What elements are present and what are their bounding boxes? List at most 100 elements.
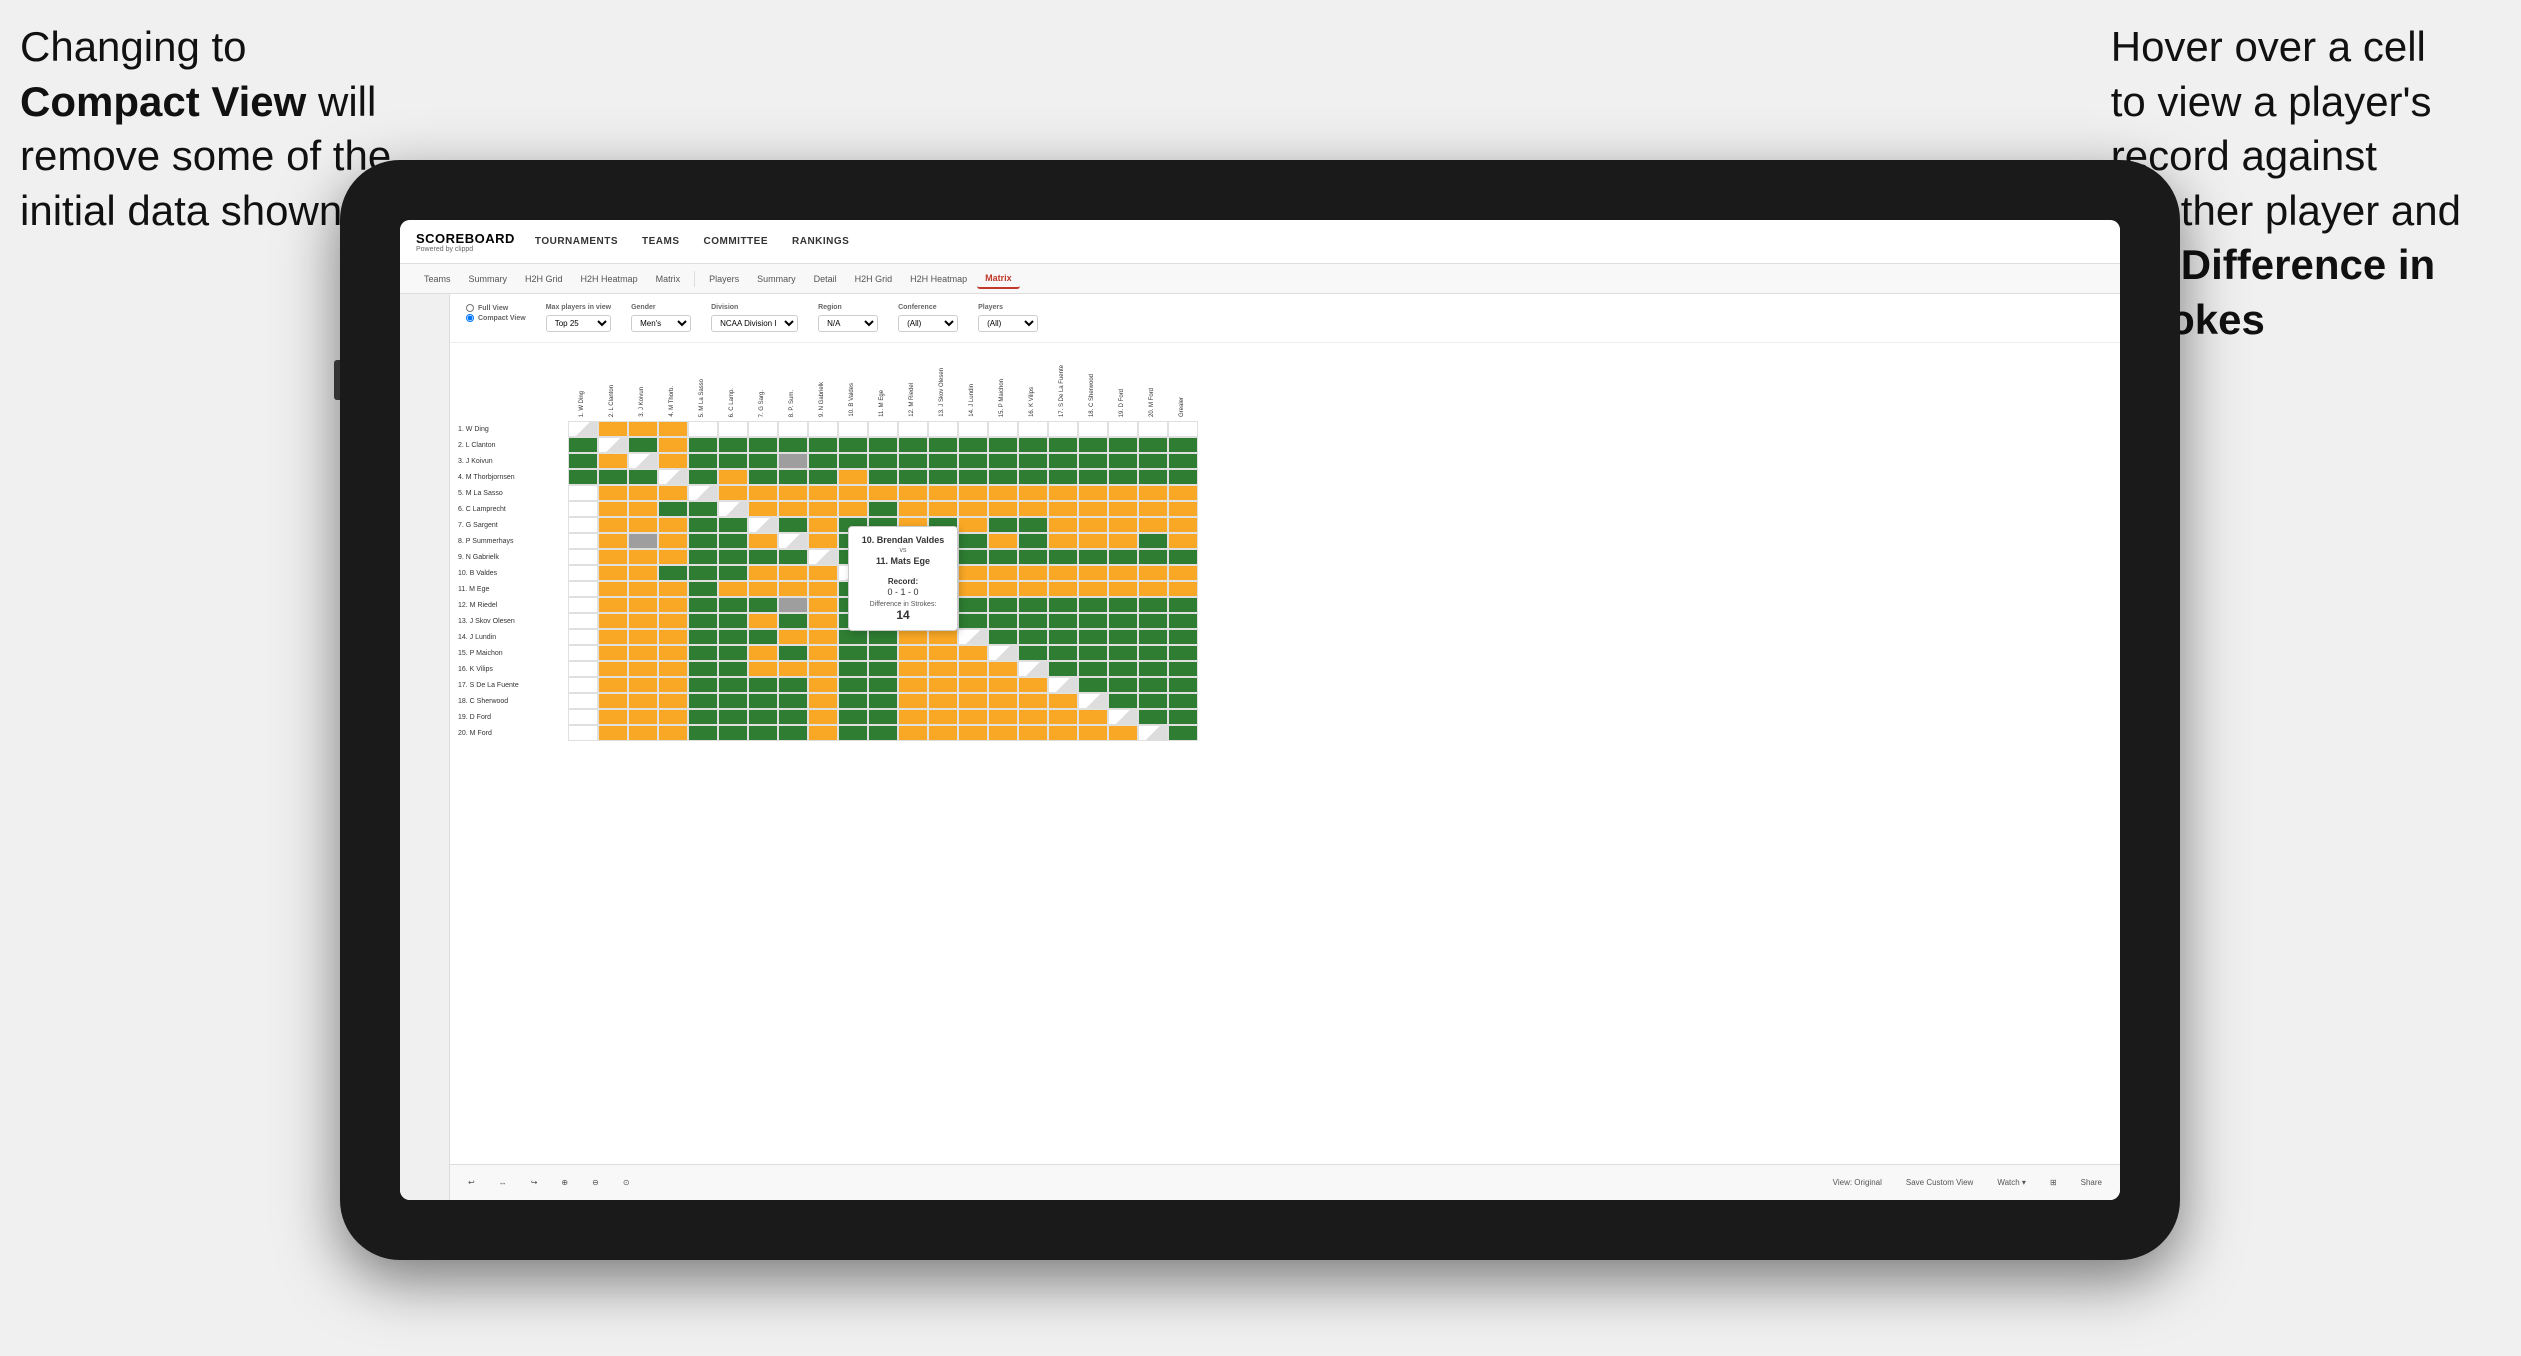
grid-cell[interactable] <box>1168 501 1198 517</box>
grid-cell[interactable] <box>1018 533 1048 549</box>
grid-cell[interactable] <box>988 453 1018 469</box>
grid-cell[interactable] <box>1018 549 1048 565</box>
nav-teams[interactable]: TEAMS <box>642 236 680 247</box>
grid-cell[interactable] <box>628 453 658 469</box>
grid-cell[interactable] <box>568 533 598 549</box>
grid-cell[interactable] <box>958 677 988 693</box>
grid-cell[interactable] <box>988 645 1018 661</box>
grid-cell[interactable] <box>1048 629 1078 645</box>
grid-cell[interactable] <box>1138 725 1168 741</box>
nav-tournaments[interactable]: TOURNAMENTS <box>535 236 618 247</box>
grid-cell[interactable] <box>718 725 748 741</box>
grid-cell[interactable] <box>718 597 748 613</box>
grid-cell[interactable] <box>688 565 718 581</box>
grid-cell[interactable] <box>718 517 748 533</box>
grid-cell[interactable] <box>1078 421 1108 437</box>
grid-cell[interactable] <box>1168 533 1198 549</box>
grid-cell[interactable] <box>778 613 808 629</box>
grid-cell[interactable] <box>898 469 928 485</box>
grid-cell[interactable] <box>628 581 658 597</box>
grid-cell[interactable] <box>1018 421 1048 437</box>
grid-cell[interactable] <box>928 485 958 501</box>
grid-cell[interactable] <box>958 613 988 629</box>
grid-cell[interactable] <box>808 485 838 501</box>
grid-cell[interactable] <box>748 597 778 613</box>
sub-nav-matrix-1[interactable]: Matrix <box>648 270 689 288</box>
sub-nav-teams[interactable]: Teams <box>416 270 459 288</box>
grid-cell[interactable] <box>808 709 838 725</box>
grid-cell[interactable] <box>748 517 778 533</box>
grid-cell[interactable] <box>1048 437 1078 453</box>
grid-cell[interactable] <box>1168 709 1198 725</box>
conference-select[interactable]: (All) (All) <box>898 315 958 332</box>
grid-cell[interactable] <box>598 581 628 597</box>
grid-cell[interactable] <box>1078 437 1108 453</box>
grid-cell[interactable] <box>1018 501 1048 517</box>
grid-cell[interactable] <box>1078 453 1108 469</box>
grid-cell[interactable] <box>598 693 628 709</box>
grid-cell[interactable] <box>1048 485 1078 501</box>
grid-cell[interactable] <box>1138 517 1168 533</box>
grid-cell[interactable] <box>688 629 718 645</box>
minus-button[interactable]: ⊖ <box>586 1176 605 1189</box>
grid-cell[interactable] <box>778 453 808 469</box>
sub-nav-summary-2[interactable]: Summary <box>749 270 804 288</box>
grid-cell[interactable] <box>1078 645 1108 661</box>
grid-cell[interactable] <box>988 677 1018 693</box>
grid-cell[interactable] <box>1018 485 1048 501</box>
grid-cell[interactable] <box>688 437 718 453</box>
grid-cell[interactable] <box>718 501 748 517</box>
grid-cell[interactable] <box>988 533 1018 549</box>
undo-button[interactable]: ↩ <box>462 1176 481 1189</box>
grid-cell[interactable] <box>718 437 748 453</box>
grid-cell[interactable] <box>928 725 958 741</box>
grid-cell[interactable] <box>568 661 598 677</box>
grid-cell[interactable] <box>838 709 868 725</box>
grid-cell[interactable] <box>1018 613 1048 629</box>
grid-cell[interactable] <box>568 597 598 613</box>
grid-cell[interactable] <box>748 693 778 709</box>
grid-cell[interactable] <box>958 597 988 613</box>
grid-cell[interactable] <box>658 645 688 661</box>
grid-cell[interactable] <box>748 501 778 517</box>
grid-cell[interactable] <box>1108 613 1138 629</box>
grid-cell[interactable] <box>898 661 928 677</box>
grid-cell[interactable] <box>1168 693 1198 709</box>
grid-cell[interactable] <box>658 661 688 677</box>
grid-cell[interactable] <box>988 549 1018 565</box>
grid-cell[interactable] <box>658 565 688 581</box>
grid-cell[interactable] <box>1108 565 1138 581</box>
grid-cell[interactable] <box>598 453 628 469</box>
grid-cell[interactable] <box>838 645 868 661</box>
grid-cell[interactable] <box>658 725 688 741</box>
grid-cell[interactable] <box>658 469 688 485</box>
grid-cell[interactable] <box>598 645 628 661</box>
grid-cell[interactable] <box>1108 533 1138 549</box>
grid-cell[interactable] <box>928 437 958 453</box>
grid-cell[interactable] <box>928 645 958 661</box>
grid-cell[interactable] <box>748 533 778 549</box>
grid-cell[interactable] <box>958 565 988 581</box>
grid-cell[interactable] <box>568 613 598 629</box>
grid-cell[interactable] <box>958 549 988 565</box>
gender-select[interactable]: Men's <box>631 315 691 332</box>
grid-cell[interactable] <box>1168 661 1198 677</box>
grid-cell[interactable] <box>1138 501 1168 517</box>
grid-cell[interactable] <box>898 485 928 501</box>
grid-cell[interactable] <box>928 629 958 645</box>
grid-cell[interactable] <box>808 453 838 469</box>
grid-cell[interactable] <box>718 533 748 549</box>
grid-cell[interactable] <box>838 469 868 485</box>
grid-cell[interactable] <box>808 629 838 645</box>
grid-cell[interactable] <box>688 709 718 725</box>
grid-cell[interactable] <box>628 613 658 629</box>
players-select[interactable]: (All) (All) <box>978 315 1038 332</box>
grid-cell[interactable] <box>1048 581 1078 597</box>
grid-cell[interactable] <box>568 469 598 485</box>
grid-cell[interactable] <box>1168 597 1198 613</box>
grid-cell[interactable] <box>928 661 958 677</box>
sub-nav-h2h-grid-1[interactable]: H2H Grid <box>517 270 571 288</box>
grid-cell[interactable] <box>958 469 988 485</box>
grid-cell[interactable] <box>1108 501 1138 517</box>
grid-cell[interactable] <box>1138 485 1168 501</box>
